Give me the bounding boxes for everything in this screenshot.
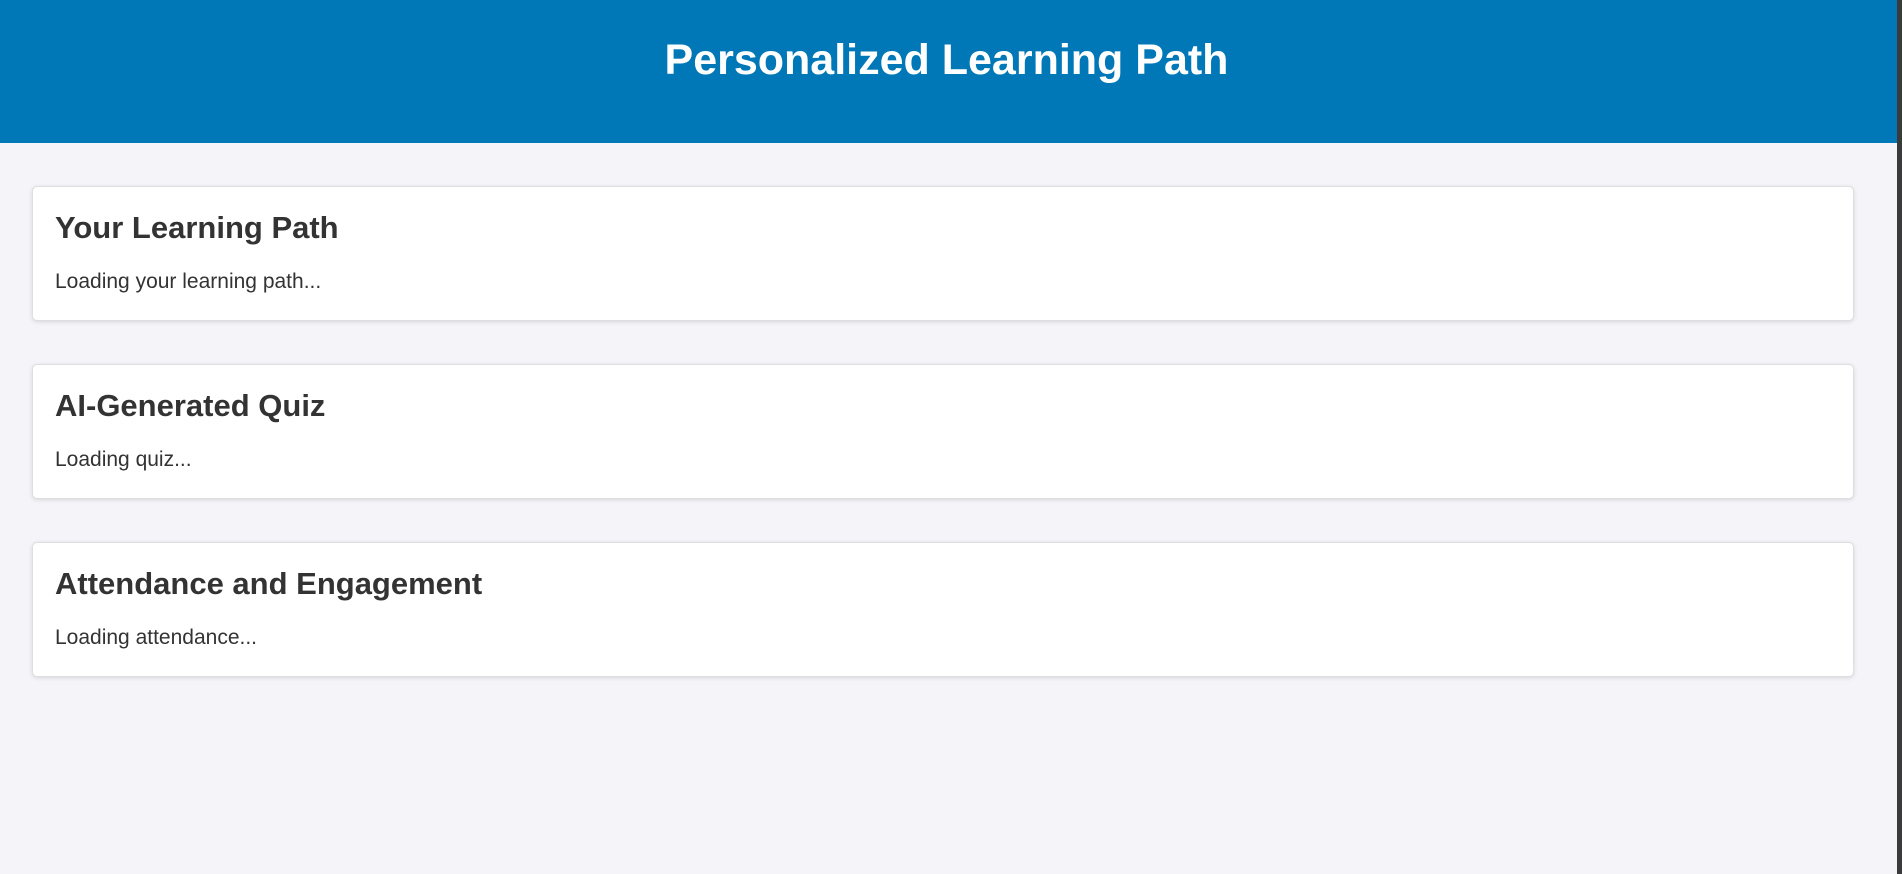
page-title: Personalized Learning Path <box>664 36 1229 84</box>
window-scroll-edge <box>1897 0 1902 874</box>
main-content: Your Learning Path Loading your learning… <box>32 186 1854 720</box>
attendance-title: Attendance and Engagement <box>55 566 483 601</box>
quiz-card: AI-Generated Quiz Loading quiz... <box>32 364 1854 499</box>
attendance-card: Attendance and Engagement Loading attend… <box>32 542 1854 677</box>
quiz-status: Loading quiz... <box>55 448 192 472</box>
attendance-status: Loading attendance... <box>55 626 258 650</box>
learning-path-title: Your Learning Path <box>55 210 339 245</box>
quiz-title: AI-Generated Quiz <box>55 388 326 423</box>
app-header: Personalized Learning Path <box>0 0 1897 143</box>
learning-path-card: Your Learning Path Loading your learning… <box>32 186 1854 321</box>
learning-path-status: Loading your learning path... <box>55 270 322 294</box>
